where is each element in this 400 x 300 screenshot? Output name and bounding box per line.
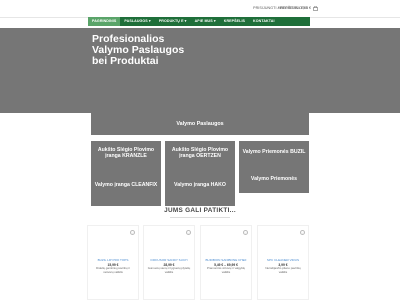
product-card[interactable]: ♡ DIFFUSOR SANDY SUCH 28,99 € Gumuotų si… <box>143 225 195 300</box>
category-tile-buzil[interactable]: Valymo Priemonės BUZIL <box>239 149 309 155</box>
product-description: Didelių gamtinių paviršių ir nešvarų val… <box>96 266 130 274</box>
category-tile-cleaning-products[interactable]: Valymo Priemonės <box>239 176 309 182</box>
hero-banner: Profesionalios Valymo Paslaugos bei Prod… <box>0 28 400 113</box>
heart-icon[interactable]: ♡ <box>300 230 305 235</box>
nav-item-contacts[interactable]: KONTAKTAI <box>249 17 279 26</box>
product-card[interactable]: ♡ BUZIL LIP PRO TOPS 15,99 € Didelių gam… <box>87 225 139 300</box>
heart-icon[interactable]: ♡ <box>243 230 248 235</box>
nav-item-home[interactable]: PAGRINDINIS <box>88 17 121 26</box>
shopping-basket-icon <box>313 5 318 11</box>
section-divider <box>170 217 230 218</box>
category-tile-group-2: Aukšto Slėgio Plovimo įranga OERTZEN Val… <box>165 141 235 206</box>
category-tile-oertzen[interactable]: Aukšto Slėgio Plovimo įranga OERTZEN <box>165 147 235 159</box>
product-name[interactable]: BUDIBION SANIBONE CHEF <box>203 258 249 262</box>
category-tile-cleanfix[interactable]: Valymo įranga CLEANFIX <box>91 182 161 188</box>
product-description: Nerūdijančio plieno paviršių valiklis <box>265 266 301 274</box>
nav-item-about[interactable]: APIE MUS ▾ <box>191 17 220 26</box>
category-tile-services[interactable]: Valymo Paslaugos <box>91 113 309 135</box>
heart-icon[interactable]: ♡ <box>186 230 191 235</box>
category-tile-group-1: Aukšto Slėgio Plovimo įranga KRANZLE Val… <box>91 141 161 206</box>
product-card[interactable]: ♡ BUDIBION SANIBONE CHEF 5,49 € – 69,99 … <box>200 225 252 300</box>
category-tile-group-3: Valymo Priemonės BUZIL Valymo Priemonės <box>239 141 309 193</box>
nav-item-products[interactable]: PRODUKTŲ E ▾ <box>155 17 191 26</box>
category-tile-hako[interactable]: Valymo įranga HAKO <box>165 182 235 188</box>
section-title: JUMS GALI PATIKTI... <box>164 207 236 214</box>
product-name[interactable]: BUZIL LIP PRO TOPS <box>90 258 136 262</box>
product-name[interactable]: SPC CLEANER VIRUS <box>260 258 306 262</box>
product-card[interactable]: ♡ SPC CLEANER VIRUS 3,99 € Nerūdijančio … <box>257 225 309 300</box>
nav-item-services[interactable]: PASLAUGOS ▾ <box>120 17 154 26</box>
main-nav: PAGRINDINIS PASLAUGOS ▾ PRODUKTŲ E ▾ API… <box>88 17 310 26</box>
product-description: Gumuotų sienų ir lygiuotų plytelių valik… <box>147 266 191 274</box>
product-name[interactable]: DIFFUSOR SANDY SUCH <box>146 258 192 262</box>
cart-label: KREPŠELIS / 0,00 € <box>278 6 311 10</box>
cart-link[interactable]: KREPŠELIS / 0,00 € <box>278 5 318 11</box>
heart-icon[interactable]: ♡ <box>130 230 135 235</box>
hero-title: Profesionalios Valymo Paslaugos bei Prod… <box>92 33 185 67</box>
category-tile-kranzle[interactable]: Aukšto Slėgio Plovimo įranga KRANZLE <box>91 147 161 159</box>
nav-item-cart[interactable]: KREPŠELIS <box>220 17 249 26</box>
product-description: Pramoninis virtuvių ir valgyklų valiklis <box>206 266 246 274</box>
top-bar: PRISIJUNGTI / REGISTRUOTIS KREPŠELIS / 0… <box>0 0 400 18</box>
